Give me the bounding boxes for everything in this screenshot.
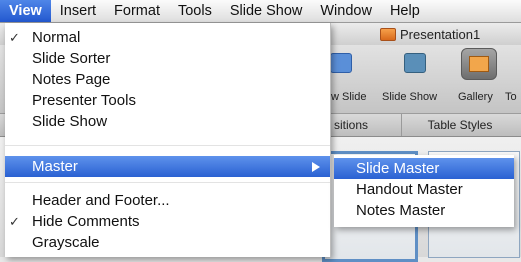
submenu-item-slide-master[interactable]: Slide Master — [334, 158, 514, 179]
menu-item-header-footer[interactable]: Header and Footer... — [5, 190, 330, 211]
document-title-text: Presentation1 — [400, 27, 481, 42]
tab-table-styles[interactable]: Table Styles — [401, 114, 518, 136]
submenu-arrow-icon — [312, 162, 320, 172]
menu-separator — [5, 145, 330, 146]
document-title: Presentation1 — [380, 27, 480, 42]
menu-item-slide-show[interactable]: Slide Show — [5, 111, 330, 132]
menu-item-hide-comments[interactable]: ✓ Hide Comments — [5, 211, 330, 232]
menu-item-label: Notes Page — [32, 71, 111, 88]
menu-item-notes-page[interactable]: Notes Page — [5, 69, 330, 90]
checkmark-icon: ✓ — [9, 30, 20, 45]
new-slide-icon — [330, 53, 352, 73]
presentation-icon — [380, 28, 396, 41]
slide-show-button[interactable] — [404, 53, 426, 73]
submenu-item-notes-master[interactable]: Notes Master — [334, 200, 514, 221]
menu-bar: View Insert Format Tools Slide Show Wind… — [0, 0, 521, 23]
gallery-grid-icon — [469, 56, 489, 72]
menu-item-label: Grayscale — [32, 234, 100, 251]
gallery-button[interactable] — [461, 48, 497, 80]
menu-item-presenter-tools[interactable]: Presenter Tools — [5, 90, 330, 111]
menu-help[interactable]: Help — [381, 0, 429, 22]
menu-item-slide-sorter[interactable]: Slide Sorter — [5, 48, 330, 69]
gallery-icon — [461, 48, 497, 80]
menu-item-label: Slide Sorter — [32, 50, 111, 67]
slide-show-label: Slide Show — [382, 91, 438, 103]
menu-separator — [5, 182, 330, 183]
submenu-item-label: Handout Master — [356, 181, 463, 198]
menu-view[interactable]: View — [0, 0, 51, 22]
submenu-item-label: Slide Master — [356, 160, 440, 177]
new-slide-button[interactable] — [330, 53, 352, 73]
menu-item-normal[interactable]: ✓ Normal — [5, 27, 330, 48]
submenu-item-label: Notes Master — [356, 202, 446, 219]
menu-insert[interactable]: Insert — [51, 0, 105, 22]
view-menu-dropdown: ✓ Normal Slide Sorter Notes Page Present… — [5, 23, 331, 257]
menu-item-label: Slide Show — [32, 113, 108, 130]
gallery-label: Gallery — [458, 91, 493, 103]
menu-format[interactable]: Format — [105, 0, 169, 22]
menu-item-label: Normal — [32, 29, 81, 46]
menu-window[interactable]: Window — [311, 0, 381, 22]
checkmark-icon: ✓ — [9, 214, 20, 229]
menu-item-label: Master — [32, 158, 78, 175]
truncated-toolbar-label: To — [505, 91, 517, 103]
master-submenu: Slide Master Handout Master Notes Master — [334, 155, 514, 227]
slide-show-icon — [404, 53, 426, 73]
menu-slide-show[interactable]: Slide Show — [221, 0, 312, 22]
menu-item-label: Header and Footer... — [32, 192, 170, 209]
submenu-item-handout-master[interactable]: Handout Master — [334, 179, 514, 200]
menu-item-grayscale[interactable]: Grayscale — [5, 232, 330, 253]
menu-item-master[interactable]: Master — [5, 156, 330, 177]
menu-tools[interactable]: Tools — [169, 0, 221, 22]
menu-item-label: Presenter Tools — [32, 92, 136, 109]
new-slide-label: w Slide — [331, 91, 367, 103]
menu-item-label: Hide Comments — [32, 213, 140, 230]
